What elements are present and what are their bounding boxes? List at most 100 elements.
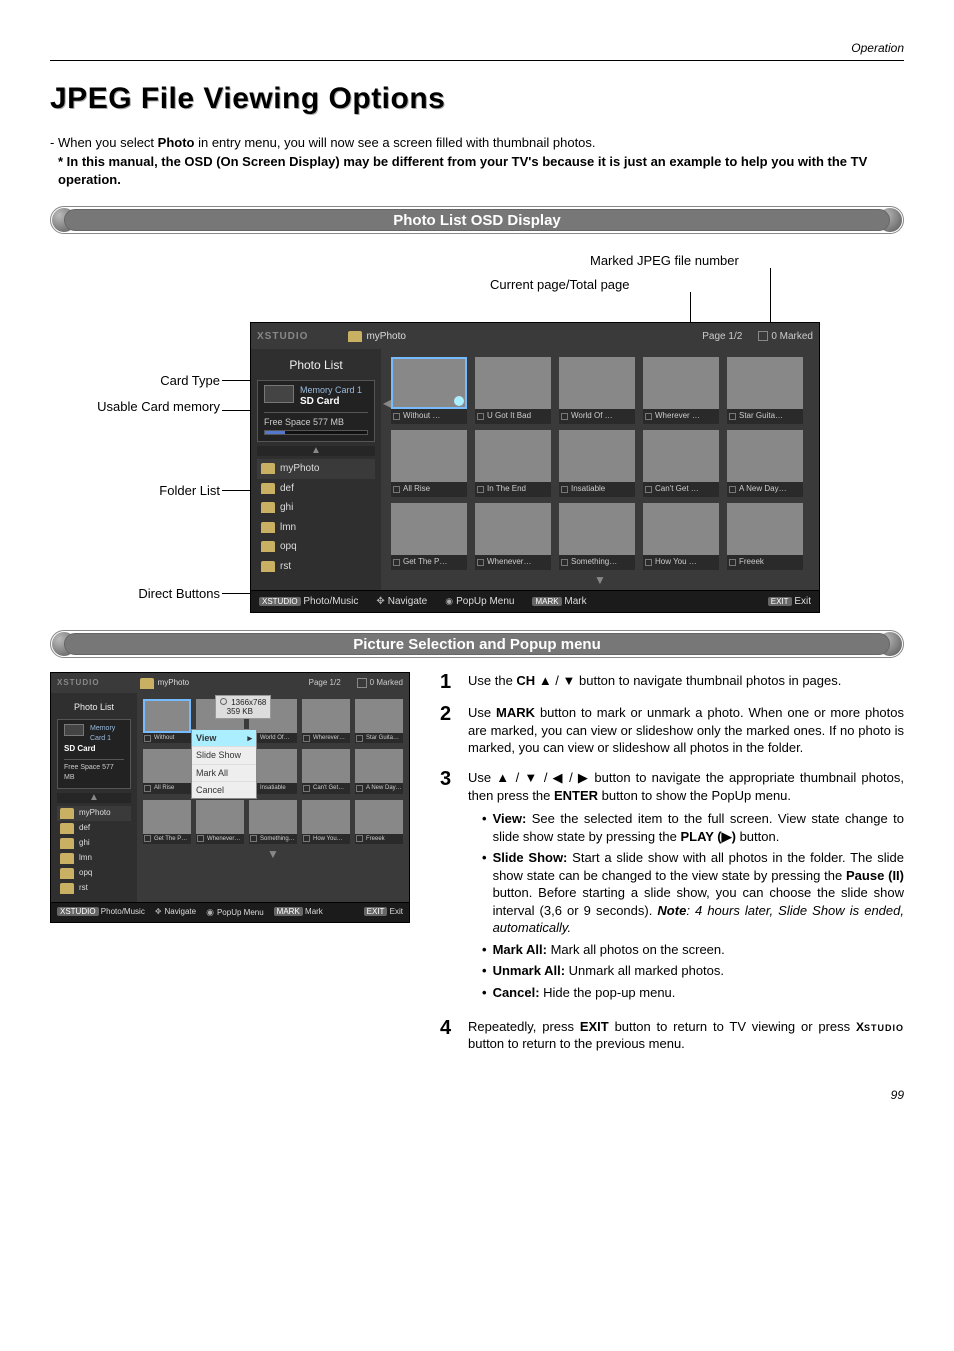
footer-item[interactable]: Navigate: [155, 907, 196, 918]
footer-btn-icon: XSTUDIO: [259, 597, 301, 606]
thumb-caption: Get The P…: [403, 557, 447, 568]
check-icon: [729, 413, 736, 420]
thumbnail[interactable]: Can't Get …: [643, 430, 719, 497]
folder-icon: [261, 561, 275, 572]
info-icon: [220, 698, 227, 705]
footer-item[interactable]: EXIT Exit: [768, 595, 811, 609]
check-icon: [393, 413, 400, 420]
intro-bold: Photo: [158, 135, 195, 150]
step-body: Repeatedly, press EXIT button to return …: [468, 1018, 904, 1053]
thumbnail[interactable]: Without …: [391, 357, 467, 424]
thumbnail[interactable]: Freeek: [727, 503, 803, 570]
check-icon: [144, 835, 151, 842]
folder-row[interactable]: rst: [57, 881, 131, 896]
footer-item[interactable]: PopUp Menu: [206, 906, 264, 919]
t: Repeatedly, press: [468, 1019, 580, 1034]
folder-name: lmn: [280, 521, 296, 535]
thumb-caption: Freeek: [739, 557, 764, 568]
thumbnail[interactable]: Wherever …: [643, 357, 719, 424]
thumb-image: [391, 503, 467, 555]
thumbnail[interactable]: How You …: [643, 503, 719, 570]
footer-label: PopUp Menu: [456, 596, 514, 607]
ann-marked: Marked JPEG file number: [590, 252, 739, 270]
chevron-right-icon: ▸: [247, 732, 252, 744]
folder-row[interactable]: ghi: [57, 836, 131, 851]
popup-item-view[interactable]: View▸: [192, 730, 256, 747]
footer-item[interactable]: MARK Mark: [532, 595, 586, 609]
thumb-image: [727, 357, 803, 409]
section1-banner: Photo List OSD Display: [50, 206, 904, 234]
thumbnail[interactable]: U Got It Bad: [475, 357, 551, 424]
check-icon: [561, 559, 568, 566]
footer-item[interactable]: Navigate: [376, 595, 427, 609]
thumbnail[interactable]: Without: [143, 699, 191, 743]
thumbnail[interactable]: Get The P…: [391, 503, 467, 570]
sidebar-title: Photo List: [257, 357, 375, 373]
footer-label: Photo/Music: [303, 596, 358, 607]
thumb-image: [355, 699, 403, 733]
thumbnail[interactable]: How You…: [302, 800, 350, 844]
osd-footer: XSTUDIO Photo/Music Navigate PopUp Menu …: [51, 902, 409, 922]
thumbnail[interactable]: A New Day…: [355, 749, 403, 793]
footer-item[interactable]: EXIT Exit: [364, 907, 403, 918]
folder-row[interactable]: myPhoto: [257, 459, 375, 479]
thumbnail[interactable]: Something…: [249, 800, 297, 844]
popup-item-slideshow[interactable]: Slide Show: [192, 747, 256, 764]
folder-row[interactable]: lmn: [257, 518, 375, 538]
osd-logo: XSTUDIO: [257, 330, 308, 344]
thumbnail[interactable]: Whenever…: [475, 503, 551, 570]
popup-item-cancel[interactable]: Cancel: [192, 782, 256, 798]
footer-item[interactable]: XSTUDIO Photo/Music: [259, 595, 358, 609]
thumb-caption: Insatiable: [260, 784, 286, 792]
popup-item-markall[interactable]: Mark All: [192, 765, 256, 782]
scroll-up-icon[interactable]: ▲: [257, 446, 375, 456]
thumbnail[interactable]: A New Day…: [727, 430, 803, 497]
card-line2: SD Card: [64, 744, 124, 755]
intro-note: * In this manual, the OSD (On Screen Dis…: [50, 153, 904, 188]
step-num: 4: [440, 1018, 458, 1053]
thumb-caption: Whenever…: [207, 835, 240, 843]
footer-item[interactable]: MARK Mark: [274, 907, 323, 918]
thumbnail[interactable]: Wherever…: [302, 699, 350, 743]
thumb-caption: World Of …: [571, 411, 613, 422]
thumbnail[interactable]: Freeek: [355, 800, 403, 844]
footer-btn-icon: XSTUDIO: [57, 907, 99, 916]
thumbnail[interactable]: Star Guita…: [727, 357, 803, 424]
folder-row[interactable]: opq: [57, 866, 131, 881]
thumbnail[interactable]: All Rise: [391, 430, 467, 497]
scroll-up-icon[interactable]: ▲: [57, 793, 131, 803]
osd-path: myPhoto: [158, 678, 190, 689]
thumbnail[interactable]: Get The P…: [143, 800, 191, 844]
card-info: Memory Card 1 SD Card Free Space 577 MB: [57, 719, 131, 789]
bb: Pause (II): [846, 868, 904, 883]
thumbnail[interactable]: Something…: [559, 503, 635, 570]
check-icon: [303, 785, 310, 792]
folder-name: opq: [280, 540, 297, 554]
folder-row[interactable]: myPhoto: [57, 806, 131, 821]
thumbnail[interactable]: Star Guita…: [355, 699, 403, 743]
footer-btn-icon: EXIT: [768, 597, 792, 606]
folder-row[interactable]: ghi: [257, 498, 375, 518]
ann-cardtype: Card Type: [90, 372, 220, 390]
thumbnail[interactable]: All Rise: [143, 749, 191, 793]
note-label: Note: [657, 903, 686, 918]
folder-row[interactable]: def: [257, 479, 375, 499]
thumbnail[interactable]: World Of …: [559, 357, 635, 424]
folder-row[interactable]: def: [57, 821, 131, 836]
folder-row[interactable]: opq: [257, 537, 375, 557]
footer-item[interactable]: XSTUDIO Photo/Music: [57, 907, 145, 918]
folder-row[interactable]: rst: [257, 557, 375, 577]
folder-row[interactable]: lmn: [57, 851, 131, 866]
step-num: 2: [440, 704, 458, 757]
thumb-image: [559, 357, 635, 409]
grid-down-icon[interactable]: ▼: [143, 846, 403, 862]
footer-item[interactable]: PopUp Menu: [445, 595, 514, 609]
thumbnail[interactable]: Can't Get…: [302, 749, 350, 793]
t: MARK: [496, 705, 535, 720]
grid-down-icon[interactable]: ▼: [391, 572, 809, 588]
thumbnail[interactable]: In The End: [475, 430, 551, 497]
thumbnail[interactable]: Whenever…: [196, 800, 244, 844]
check-icon: [144, 735, 151, 742]
thumb-caption: Insatiable: [571, 484, 605, 495]
thumbnail[interactable]: Insatiable: [559, 430, 635, 497]
